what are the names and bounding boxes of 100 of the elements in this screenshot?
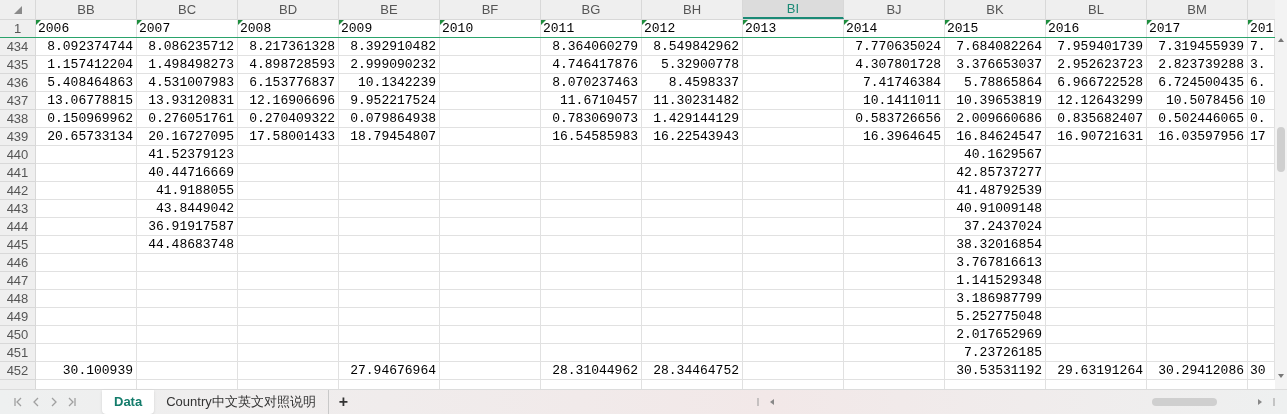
scroll-left-icon[interactable] xyxy=(757,398,775,406)
empty-cell[interactable] xyxy=(238,308,339,326)
table-cell[interactable]: 17.58001433 xyxy=(238,128,339,146)
table-cell[interactable]: 40.91009148 xyxy=(945,200,1046,218)
row-number[interactable]: 451 xyxy=(0,344,36,362)
table-cell[interactable]: 6.966722528 xyxy=(1046,74,1147,92)
empty-cell[interactable] xyxy=(440,164,541,182)
table-cell[interactable]: 38.32016854 xyxy=(945,236,1046,254)
table-cell[interactable]: 8.086235712 xyxy=(137,38,238,56)
empty-cell[interactable] xyxy=(743,74,844,92)
table-cell[interactable]: 16.84624547 xyxy=(945,128,1046,146)
row-number[interactable]: 442 xyxy=(0,182,36,200)
empty-cell[interactable] xyxy=(137,344,238,362)
empty-cell[interactable] xyxy=(743,272,844,290)
table-cell[interactable]: 11.30231482 xyxy=(642,92,743,110)
table-cell[interactable]: 29.63191264 xyxy=(1046,362,1147,380)
empty-cell[interactable] xyxy=(743,128,844,146)
table-cell[interactable]: 42.85737277 xyxy=(945,164,1046,182)
empty-cell[interactable] xyxy=(238,254,339,272)
last-sheet-icon[interactable] xyxy=(67,397,77,407)
next-sheet-icon[interactable] xyxy=(49,397,59,407)
empty-cell[interactable] xyxy=(440,290,541,308)
table-cell[interactable]: 8.364060279 xyxy=(541,38,642,56)
table-cell[interactable]: 16.90721631 xyxy=(1046,128,1147,146)
horizontal-scrollbar-thumb[interactable] xyxy=(1152,398,1217,406)
empty-cell[interactable] xyxy=(541,344,642,362)
empty-cell[interactable] xyxy=(440,146,541,164)
table-cell[interactable]: 36.91917587 xyxy=(137,218,238,236)
empty-cell[interactable] xyxy=(743,164,844,182)
empty-cell[interactable] xyxy=(339,236,440,254)
column-header[interactable]: BD xyxy=(238,0,339,19)
empty-cell[interactable] xyxy=(844,182,945,200)
table-cell[interactable]: 16.3964645 xyxy=(844,128,945,146)
empty-cell[interactable] xyxy=(238,326,339,344)
scroll-down-icon[interactable] xyxy=(1278,374,1284,378)
table-cell[interactable]: 12.12643299 xyxy=(1046,92,1147,110)
empty-cell[interactable] xyxy=(1046,146,1147,164)
empty-cell[interactable] xyxy=(339,290,440,308)
empty-cell[interactable] xyxy=(743,56,844,74)
empty-cell[interactable] xyxy=(844,326,945,344)
table-cell[interactable]: 1.157412204 xyxy=(36,56,137,74)
empty-cell[interactable] xyxy=(1147,200,1248,218)
empty-cell[interactable] xyxy=(1147,182,1248,200)
table-cell[interactable]: 10.1342239 xyxy=(339,74,440,92)
empty-cell[interactable] xyxy=(1046,182,1147,200)
table-cell[interactable]: 5.78865864 xyxy=(945,74,1046,92)
empty-cell[interactable] xyxy=(440,38,541,56)
empty-cell[interactable] xyxy=(137,254,238,272)
table-cell[interactable]: 5.408464863 xyxy=(36,74,137,92)
empty-cell[interactable] xyxy=(642,326,743,344)
empty-cell[interactable] xyxy=(1147,218,1248,236)
table-cell[interactable]: 8.4598337 xyxy=(642,74,743,92)
empty-cell[interactable] xyxy=(1046,290,1147,308)
empty-cell[interactable] xyxy=(137,290,238,308)
scroll-right-icon[interactable] xyxy=(1257,398,1275,406)
previous-sheet-icon[interactable] xyxy=(31,397,41,407)
empty-cell[interactable] xyxy=(440,236,541,254)
empty-cell[interactable] xyxy=(1046,308,1147,326)
empty-cell[interactable] xyxy=(743,92,844,110)
table-cell[interactable]: 28.34464752 xyxy=(642,362,743,380)
row-number[interactable]: 443 xyxy=(0,200,36,218)
empty-cell[interactable] xyxy=(743,344,844,362)
empty-cell[interactable] xyxy=(743,236,844,254)
column-header[interactable]: BE xyxy=(339,0,440,19)
empty-cell[interactable] xyxy=(541,236,642,254)
table-cell[interactable]: 7.23726185 xyxy=(945,344,1046,362)
table-cell[interactable]: 30.29412086 xyxy=(1147,362,1248,380)
column-header[interactable]: BG xyxy=(541,0,642,19)
table-cell[interactable]: 1.498498273 xyxy=(137,56,238,74)
empty-cell[interactable] xyxy=(440,362,541,380)
empty-cell[interactable] xyxy=(339,326,440,344)
column-header[interactable]: BB xyxy=(36,0,137,19)
empty-cell[interactable] xyxy=(1046,272,1147,290)
row-number[interactable]: 437 xyxy=(0,92,36,110)
empty-cell[interactable] xyxy=(1147,290,1248,308)
table-cell[interactable]: 10.1411011 xyxy=(844,92,945,110)
empty-cell[interactable] xyxy=(642,290,743,308)
row-number[interactable]: 438 xyxy=(0,110,36,128)
table-cell[interactable]: 8.392910482 xyxy=(339,38,440,56)
table-cell[interactable]: 3.186987799 xyxy=(945,290,1046,308)
empty-cell[interactable] xyxy=(440,254,541,272)
empty-cell[interactable] xyxy=(844,200,945,218)
row-number[interactable]: 440 xyxy=(0,146,36,164)
row-number[interactable]: 444 xyxy=(0,218,36,236)
column-header[interactable]: BF xyxy=(440,0,541,19)
table-cell[interactable]: 1.429144129 xyxy=(642,110,743,128)
empty-cell[interactable] xyxy=(1147,146,1248,164)
empty-cell[interactable] xyxy=(238,272,339,290)
row-number[interactable]: 436 xyxy=(0,74,36,92)
empty-cell[interactable] xyxy=(339,308,440,326)
empty-cell[interactable] xyxy=(339,200,440,218)
table-cell[interactable]: 7.770635024 xyxy=(844,38,945,56)
table-cell[interactable]: 0.150969962 xyxy=(36,110,137,128)
empty-cell[interactable] xyxy=(1046,236,1147,254)
empty-cell[interactable] xyxy=(1147,326,1248,344)
empty-cell[interactable] xyxy=(440,56,541,74)
select-all-icon[interactable] xyxy=(13,5,22,14)
row-number[interactable]: 439 xyxy=(0,128,36,146)
table-cell[interactable]: 7.41746384 xyxy=(844,74,945,92)
empty-cell[interactable] xyxy=(339,146,440,164)
